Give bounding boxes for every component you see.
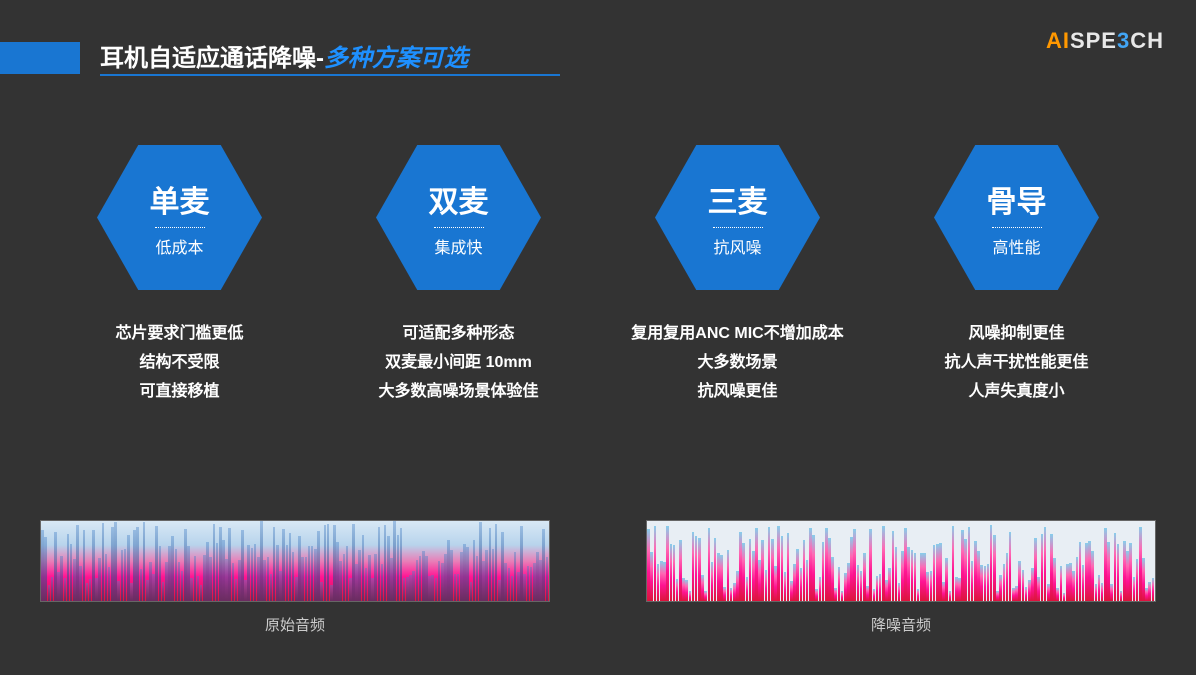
option-column-4: 骨导 高性能 风噪抑制更佳 抗人声干扰性能更佳 人声失真度小 [887, 145, 1147, 406]
features-list: 复用复用ANC MIC不增加成本 大多数场景 抗风噪更佳 [631, 320, 843, 406]
hexagon-single-mic: 单麦 低成本 [97, 145, 262, 290]
spectrogram-original-image [40, 520, 550, 602]
spectrogram-denoised-label: 降噪音频 [871, 614, 931, 635]
logo-part-4: CH [1130, 28, 1164, 54]
hex-subtitle: 抗风噪 [713, 234, 761, 258]
hex-divider [155, 227, 205, 228]
spectrogram-denoised-column: 降噪音频 [646, 520, 1156, 635]
hex-title: 三麦 [708, 177, 768, 221]
hex-title: 双麦 [429, 177, 489, 221]
feature-item: 人声失真度小 [944, 378, 1088, 407]
hex-subtitle: 低成本 [155, 234, 203, 258]
hex-title: 骨导 [987, 177, 1047, 221]
spectrogram-denoised-image [646, 520, 1156, 602]
feature-item: 大多数场景 [631, 349, 843, 378]
hex-subtitle: 高性能 [992, 234, 1040, 258]
option-column-2: 双麦 集成快 可适配多种形态 双麦最小间距 10mm 大多数高噪场景体验佳 [329, 145, 589, 406]
title-sub: 多种方案可选 [324, 38, 468, 73]
page-title: 耳机自适应通话降噪- 多种方案可选 [100, 38, 468, 73]
feature-item: 可直接移植 [115, 378, 243, 407]
hex-title: 单麦 [150, 177, 210, 221]
brand-logo: AI SPE 3 CH [1046, 28, 1164, 54]
hex-divider [434, 227, 484, 228]
feature-item: 大多数高噪场景体验佳 [378, 378, 538, 407]
options-row: 单麦 低成本 芯片要求门槛更低 结构不受限 可直接移植 双麦 集成快 可适配多种… [0, 145, 1196, 406]
features-list: 芯片要求门槛更低 结构不受限 可直接移植 [115, 320, 243, 406]
logo-part-1: AI [1046, 28, 1070, 54]
title-main: 耳机自适应通话降噪- [100, 38, 324, 73]
logo-part-3: 3 [1117, 28, 1130, 54]
spectrogram-original-column: 原始音频 [40, 520, 550, 635]
feature-item: 芯片要求门槛更低 [115, 320, 243, 349]
hexagon-triple-mic: 三麦 抗风噪 [655, 145, 820, 290]
features-list: 风噪抑制更佳 抗人声干扰性能更佳 人声失真度小 [944, 320, 1088, 406]
header-accent-bar [0, 42, 80, 74]
hex-subtitle: 集成快 [434, 234, 482, 258]
feature-item: 抗人声干扰性能更佳 [944, 349, 1088, 378]
hex-divider [713, 227, 763, 228]
features-list: 可适配多种形态 双麦最小间距 10mm 大多数高噪场景体验佳 [378, 320, 538, 406]
feature-item: 可适配多种形态 [378, 320, 538, 349]
hexagon-bone-conduction: 骨导 高性能 [934, 145, 1099, 290]
feature-item: 复用复用ANC MIC不增加成本 [631, 320, 843, 349]
title-underline [100, 74, 560, 76]
feature-item: 风噪抑制更佳 [944, 320, 1088, 349]
option-column-3: 三麦 抗风噪 复用复用ANC MIC不增加成本 大多数场景 抗风噪更佳 [608, 145, 868, 406]
logo-part-2: SPE [1070, 28, 1117, 54]
hexagon-dual-mic: 双麦 集成快 [376, 145, 541, 290]
feature-item: 抗风噪更佳 [631, 378, 843, 407]
feature-item: 双麦最小间距 10mm [378, 349, 538, 378]
spectrogram-row: 原始音频 降噪音频 [0, 520, 1196, 635]
hex-divider [992, 227, 1042, 228]
spectrogram-original-label: 原始音频 [265, 614, 325, 635]
option-column-1: 单麦 低成本 芯片要求门槛更低 结构不受限 可直接移植 [50, 145, 310, 406]
feature-item: 结构不受限 [115, 349, 243, 378]
